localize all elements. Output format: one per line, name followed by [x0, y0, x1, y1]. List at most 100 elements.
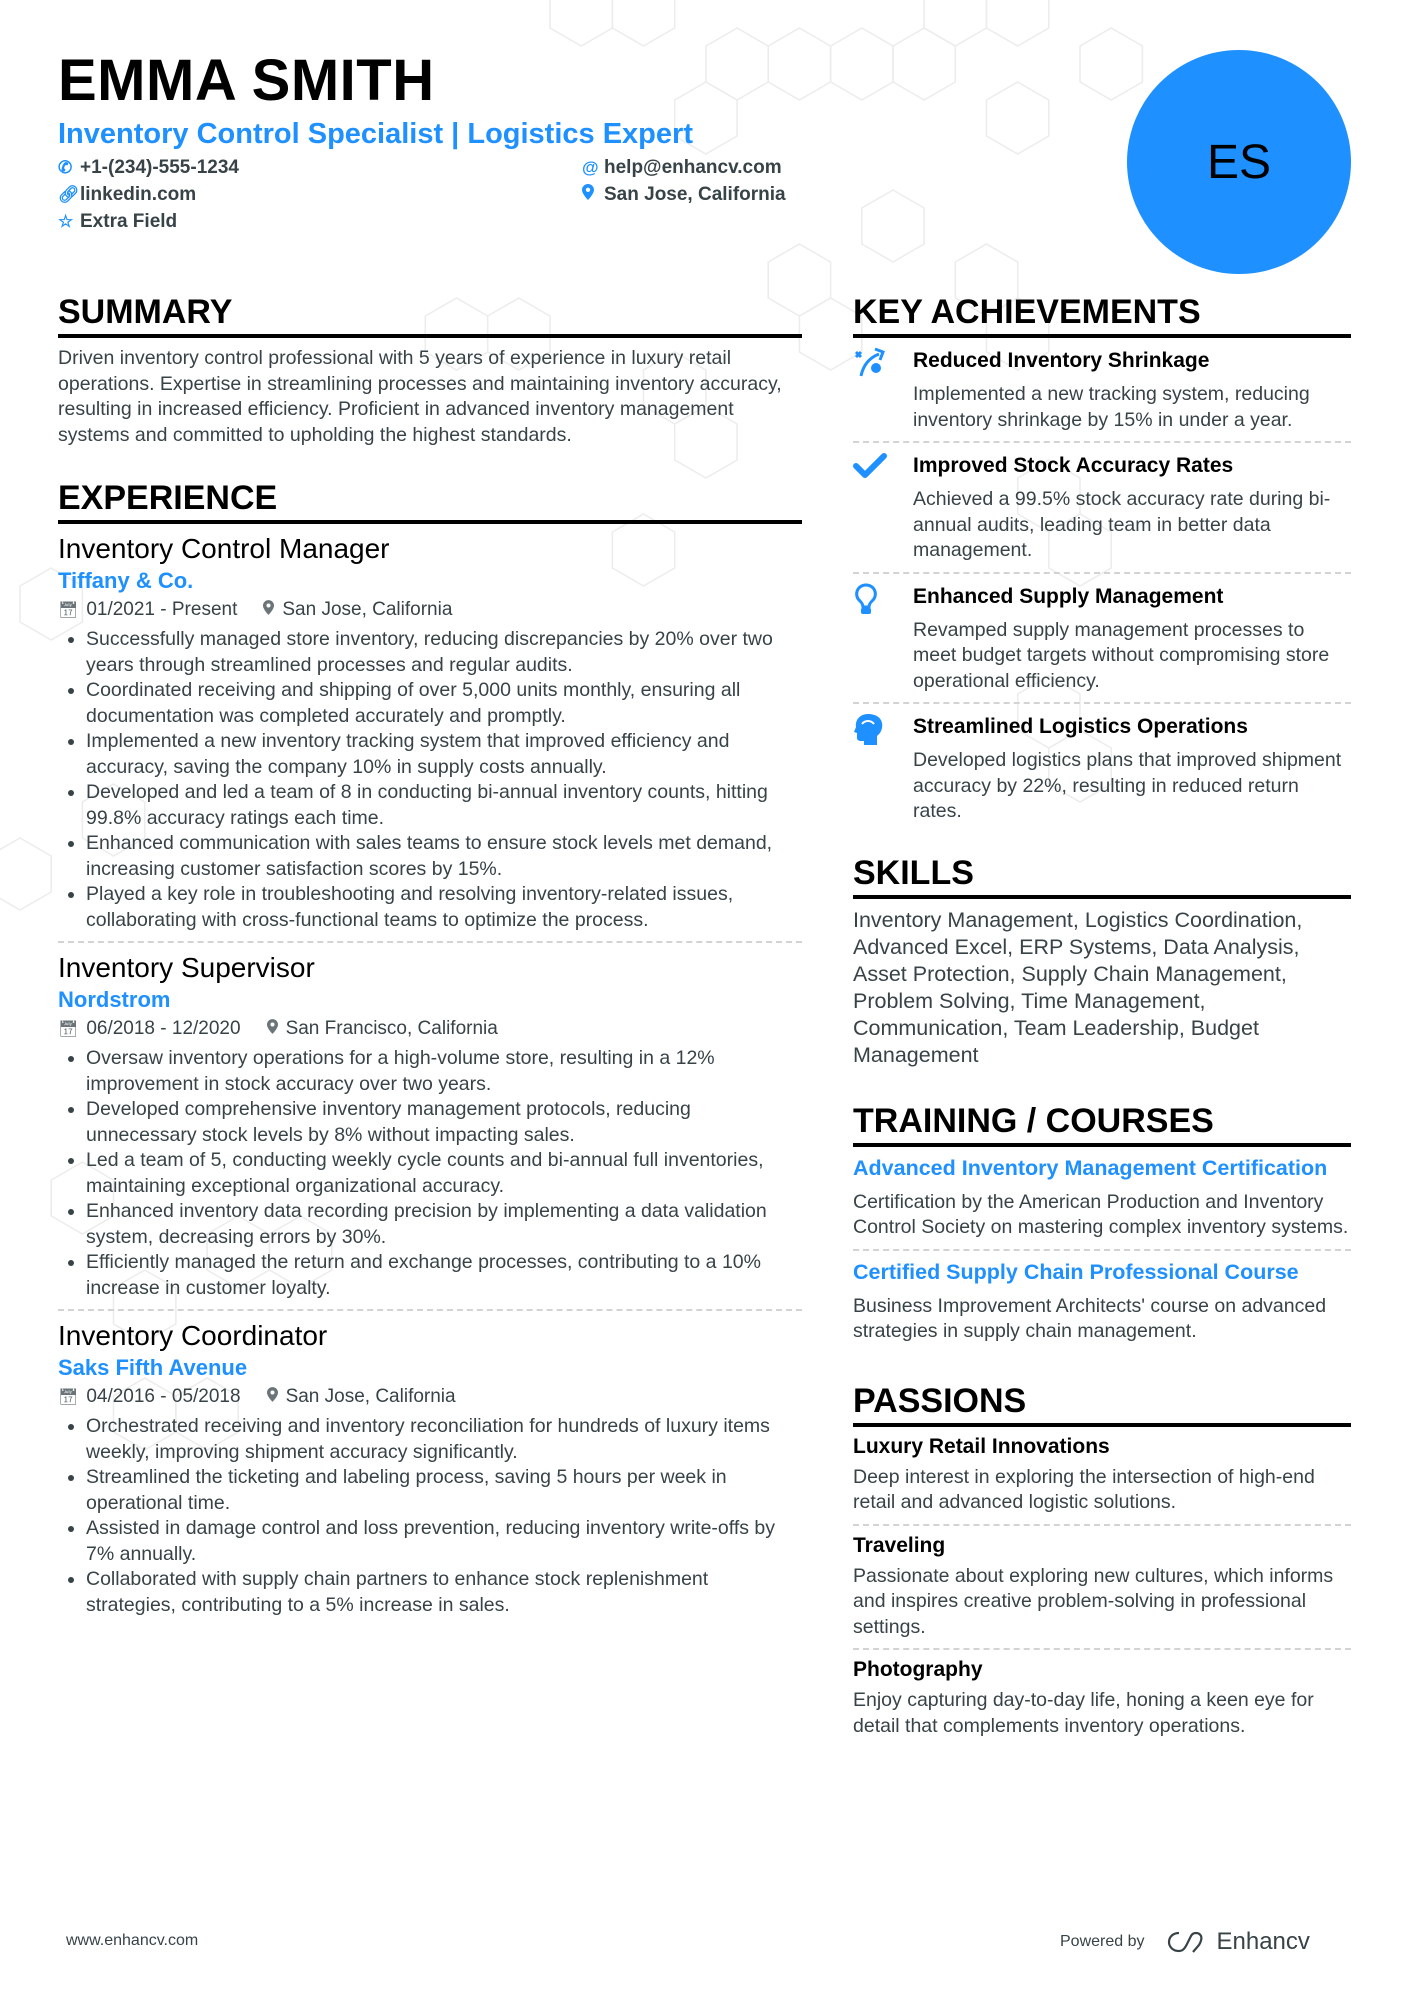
job-bullets: Orchestrated receiving and inventory rec… — [58, 1414, 802, 1618]
contact-linkedin[interactable]: 🔗︎ linkedin.com — [58, 183, 196, 207]
achievements-section: KEY ACHIEVEMENTS Reduced Inventory Shrin… — [853, 292, 1351, 833]
passion-item: Photography Enjoy capturing day-to-day li… — [853, 1656, 1351, 1739]
course-item: Advanced Inventory Management Certificat… — [853, 1155, 1351, 1251]
avatar: ES — [1127, 50, 1351, 274]
job-location-text: San Francisco, California — [285, 1018, 498, 1039]
job-dates-text: 04/2016 - 05/2018 — [86, 1386, 241, 1407]
job-location: San Francisco, California — [266, 1015, 498, 1044]
job-dates: 📅︎ 06/2018 - 12/2020 — [58, 1015, 241, 1044]
contact-extra: ☆ Extra Field — [58, 210, 177, 234]
lightbulb-icon — [853, 582, 913, 695]
job-bullet: Collaborated with supply chain partners … — [86, 1567, 802, 1618]
achievement-title: Enhanced Supply Management — [913, 584, 1224, 608]
achievements-heading: KEY ACHIEVEMENTS — [853, 292, 1351, 338]
job-bullet: Developed comprehensive inventory manage… — [86, 1097, 802, 1148]
link-icon: 🔗︎ — [58, 185, 80, 204]
extra-field-text: Extra Field — [80, 211, 178, 232]
footer-branding: Powered by Enhancv — [1060, 1928, 1310, 1956]
job-dates: 📅︎ 04/2016 - 05/2018 — [58, 1383, 241, 1412]
calendar-icon: 📅︎ — [58, 1389, 79, 1406]
job-location: San Jose, California — [266, 1383, 456, 1412]
linkedin-text[interactable]: linkedin.com — [80, 183, 196, 207]
contact-location: San Jose, California — [582, 183, 786, 207]
experience-item: Inventory Control Manager Tiffany & Co. 📅︎… — [58, 532, 802, 943]
footer-website[interactable]: www.enhancv.com — [66, 1932, 198, 1950]
job-bullet: Developed and led a team of 8 in conduct… — [86, 780, 802, 831]
achievement-desc: Achieved a 99.5% stock accuracy rate dur… — [913, 488, 1331, 561]
company-name: Saks Fifth Avenue — [58, 1355, 248, 1380]
job-location: San Jose, California — [263, 596, 452, 625]
job-bullet: Streamlined the ticketing and labeling p… — [86, 1465, 802, 1516]
job-location-text: San Jose, California — [285, 1386, 456, 1407]
company-name: Nordstrom — [58, 987, 171, 1012]
job-bullet: Led a team of 5, conducting weekly cycle… — [86, 1148, 802, 1199]
job-bullet: Enhanced communication with sales teams … — [86, 831, 802, 882]
at-icon: @ — [582, 158, 599, 177]
job-title: Inventory Coordinator — [58, 1320, 328, 1351]
summary-section: SUMMARY Driven inventory control profess… — [58, 292, 802, 448]
passion-title: Traveling — [853, 1533, 946, 1557]
contact-phone: ✆ +1-(234)-555-1234 — [58, 156, 239, 180]
achievement-desc: Developed logistics plans that improved … — [913, 749, 1342, 822]
avatar-initials: ES — [1206, 135, 1272, 189]
skills-heading: SKILLS — [853, 853, 1351, 899]
experience-item: Inventory Coordinator Saks Fifth Avenue 📅︎… — [58, 1319, 802, 1618]
job-meta: 📅︎ 06/2018 - 12/2020 San Francisco, Califo… — [58, 1015, 802, 1044]
job-title: Inventory Control Manager — [58, 533, 390, 564]
achievement-item: Enhanced Supply Management Revamped suppl… — [853, 574, 1351, 703]
job-bullet: Enhanced inventory data recording precis… — [86, 1199, 802, 1250]
brand-name: Enhancv — [1216, 1928, 1310, 1955]
map-pin-icon — [266, 1387, 278, 1406]
training-section: TRAINING / COURSES Advanced Inventory Ma… — [853, 1101, 1351, 1345]
job-bullet: Implemented a new inventory tracking sys… — [86, 729, 802, 780]
passion-title: Luxury Retail Innovations — [853, 1434, 1110, 1458]
star-icon: ☆ — [58, 212, 74, 231]
job-bullet: Played a key role in troubleshooting and… — [86, 882, 802, 933]
phone-icon: ✆ — [58, 158, 73, 177]
passion-desc: Deep interest in exploring the intersect… — [853, 1465, 1315, 1514]
experience-item: Inventory Supervisor Nordstrom 📅︎ 06/2018 -… — [58, 951, 802, 1311]
calendar-icon: 📅︎ — [58, 1021, 79, 1038]
achievement-item: Streamlined Logistics Operations Develope… — [853, 704, 1351, 833]
candidate-title: Inventory Control Specialist | Logistics… — [58, 118, 693, 150]
job-bullets: Oversaw inventory operations for a high-… — [58, 1046, 802, 1301]
experience-heading: EXPERIENCE — [58, 478, 802, 524]
passion-item: Luxury Retail Innovations Deep interest i… — [853, 1433, 1351, 1526]
map-pin-icon — [263, 600, 275, 619]
achievement-body: Streamlined Logistics Operations Develope… — [913, 712, 1351, 825]
job-location-text: San Jose, California — [282, 599, 453, 620]
job-title: Inventory Supervisor — [58, 952, 315, 983]
passion-title: Photography — [853, 1658, 983, 1681]
enhancv-logo[interactable]: Enhancv — [1165, 1928, 1310, 1956]
job-dates-text: 01/2021 - Present — [86, 599, 238, 620]
contact-email[interactable]: @ help@enhancv.com — [582, 156, 782, 180]
passion-desc: Passionate about exploring new cultures,… — [853, 1564, 1334, 1638]
left-column: SUMMARY Driven inventory control profess… — [58, 292, 802, 1618]
job-dates-text: 06/2018 - 12/2020 — [86, 1018, 241, 1039]
skills-section: SKILLS Inventory Management, Logistics C… — [853, 853, 1351, 1069]
course-desc: Certification by the American Production… — [853, 1190, 1349, 1239]
email-text[interactable]: help@enhancv.com — [604, 156, 782, 180]
skills-text: Inventory Management, Logistics Coordina… — [853, 907, 1303, 1067]
company-name: Tiffany & Co. — [58, 568, 194, 593]
divider — [853, 1248, 1351, 1251]
training-heading: TRAINING / COURSES — [853, 1101, 1351, 1147]
phone-text: +1-(234)-555-1234 — [80, 157, 239, 178]
job-meta: 📅︎ 04/2016 - 05/2018 San Jose, California — [58, 1383, 802, 1412]
achievement-title: Streamlined Logistics Operations — [913, 715, 1248, 738]
job-bullet: Efficiently managed the return and excha… — [86, 1250, 802, 1301]
enhancv-logo-icon — [1167, 1931, 1202, 1953]
passion-desc: Enjoy capturing day-to-day life, honing … — [853, 1689, 1314, 1737]
job-bullet: Coordinated receiving and shipping of ov… — [86, 678, 802, 729]
summary-heading: SUMMARY — [58, 292, 802, 338]
course-item: Certified Supply Chain Professional Cour… — [853, 1259, 1351, 1345]
experience-section: EXPERIENCE Inventory Control Manager Tiff… — [58, 478, 802, 1618]
achievement-item: Reduced Inventory Shrinkage Implemented a… — [853, 338, 1351, 441]
divider — [853, 1523, 1351, 1526]
achievement-item: Improved Stock Accuracy Rates Achieved a … — [853, 443, 1351, 572]
head-brain-icon — [853, 712, 913, 825]
course-title: Certified Supply Chain Professional Cour… — [853, 1259, 1299, 1284]
calendar-icon: 📅︎ — [58, 602, 79, 619]
divider — [58, 941, 802, 943]
achievement-desc: Revamped supply management processes to … — [913, 618, 1330, 692]
